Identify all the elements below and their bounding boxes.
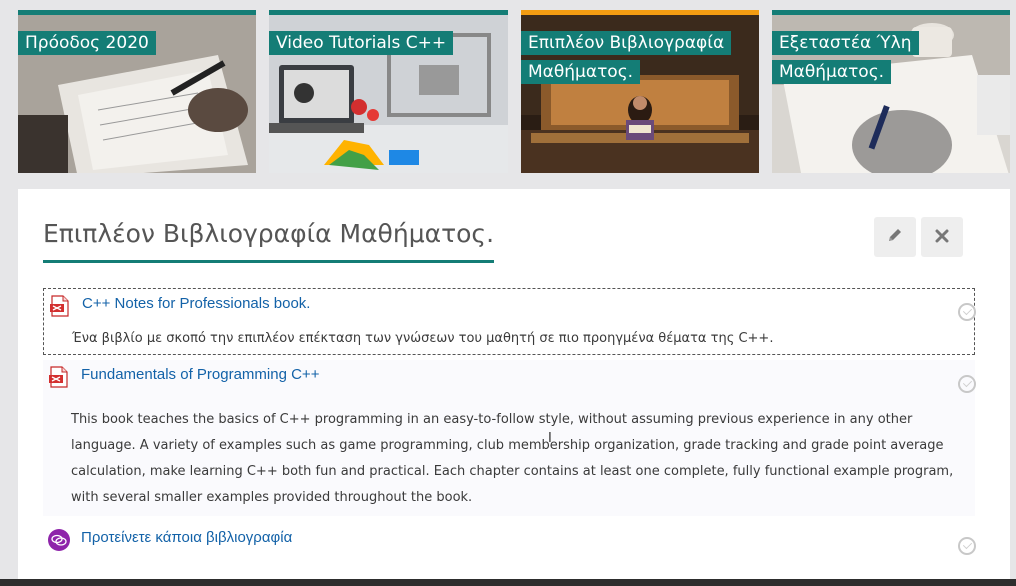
tile-exam-material[interactable]: Εξεταστέα Ύλη Μαθήματος. bbox=[772, 10, 1010, 173]
text-cursor-icon: I bbox=[548, 431, 552, 446]
section-panel: Επιπλέον Βιβλιογραφία Μαθήματος. C++ Not… bbox=[18, 189, 1010, 586]
pdf-icon bbox=[48, 366, 70, 388]
list-item: Προτείνετε κάποια βιβλιογραφία bbox=[43, 523, 975, 555]
list-item: Fundamentals of Programming C++ This boo… bbox=[43, 360, 975, 516]
completion-checkbox[interactable] bbox=[958, 375, 976, 393]
tile-progress-2020[interactable]: Πρόοδος 2020 bbox=[18, 10, 256, 173]
tile-title: Video Tutorials C++ bbox=[269, 29, 454, 58]
close-button[interactable] bbox=[921, 217, 963, 257]
completion-checkbox[interactable] bbox=[958, 537, 976, 555]
resource-link[interactable]: C++ Notes for Professionals book. bbox=[82, 295, 310, 312]
resource-description: Ένα βιβλίο με σκοπό την επιπλέον επέκτασ… bbox=[72, 331, 774, 346]
close-icon bbox=[935, 227, 949, 248]
edit-button[interactable] bbox=[874, 217, 916, 257]
tile-video-tutorials[interactable]: Video Tutorials C++ bbox=[269, 10, 508, 173]
taskbar bbox=[0, 579, 1016, 586]
list-item: C++ Notes for Professionals book. Ένα βι… bbox=[43, 288, 975, 355]
pdf-icon bbox=[49, 295, 71, 317]
tile-title: Επιπλέον Βιβλιογραφία Μαθήματος. bbox=[521, 29, 732, 87]
page-title: Επιπλέον Βιβλιογραφία Μαθήματος. bbox=[43, 219, 495, 263]
pencil-icon bbox=[887, 227, 903, 248]
completion-checkbox[interactable] bbox=[958, 303, 976, 321]
tile-extra-bibliography[interactable]: Επιπλέον Βιβλιογραφία Μαθήματος. bbox=[521, 10, 759, 173]
tile-title: Πρόοδος 2020 bbox=[18, 29, 156, 58]
tile-title: Εξεταστέα Ύλη Μαθήματος. bbox=[772, 29, 982, 87]
resource-link[interactable]: Fundamentals of Programming C++ bbox=[81, 366, 319, 383]
section-tiles: Πρόοδος 2020 Video Tutorials C++ Επιπλέο… bbox=[0, 0, 1016, 180]
resource-link[interactable]: Προτείνετε κάποια βιβλιογραφία bbox=[81, 529, 292, 546]
forum-icon bbox=[48, 529, 70, 551]
resource-description: This book teaches the basics of C++ prog… bbox=[71, 412, 954, 505]
